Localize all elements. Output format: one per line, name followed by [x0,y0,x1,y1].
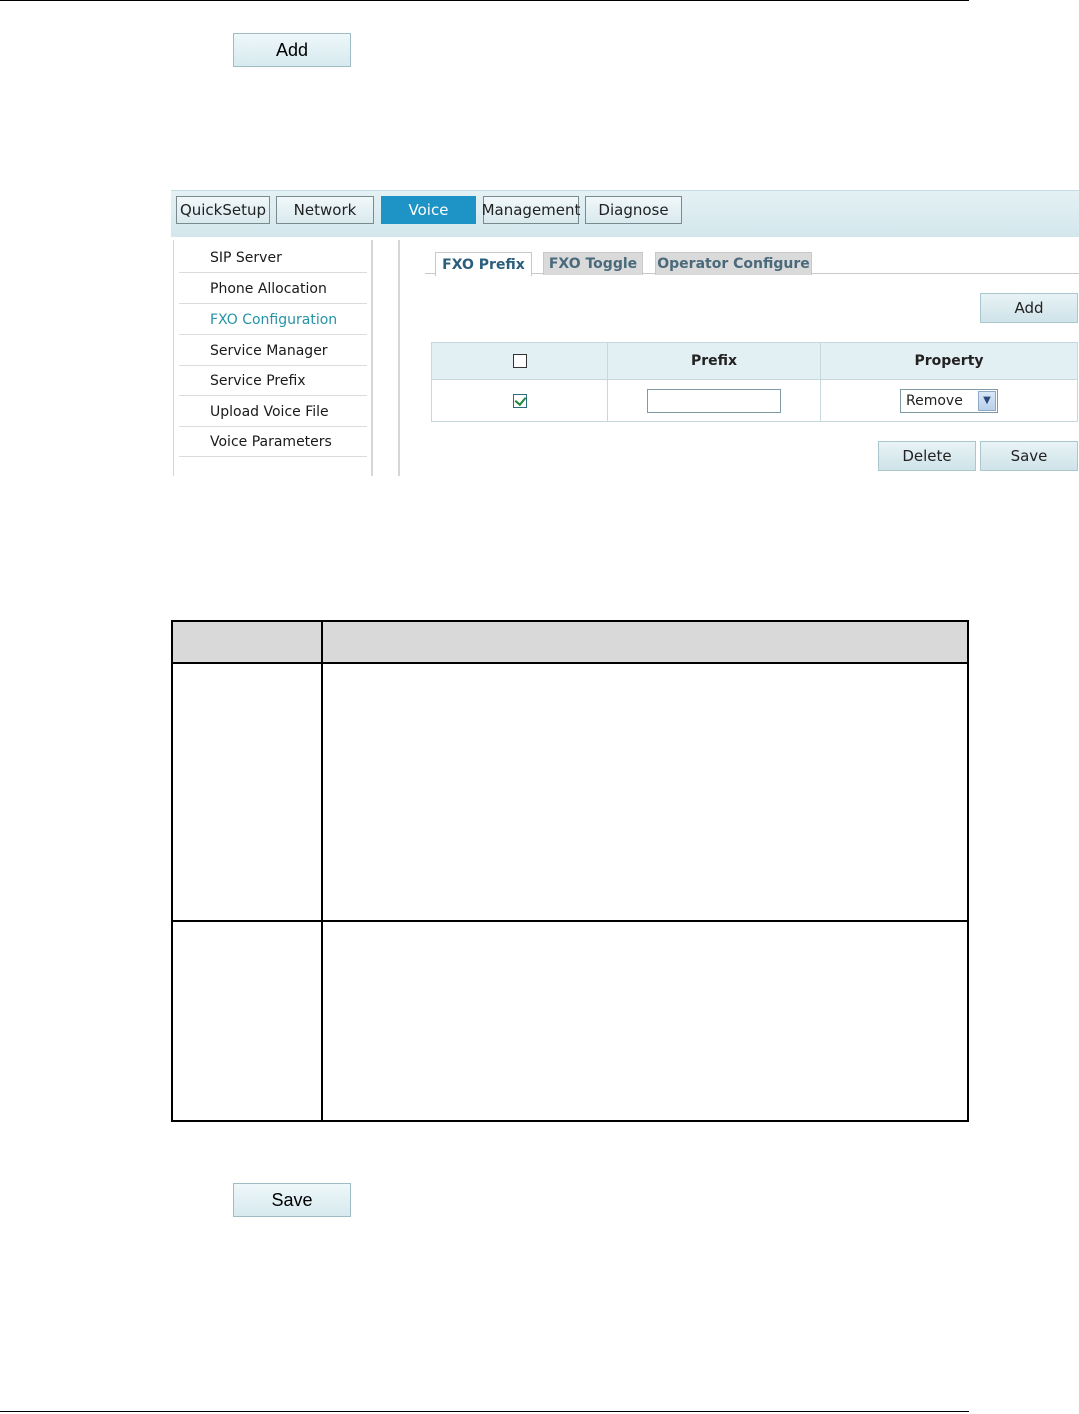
sidebar-item-service-manager[interactable]: Service Manager [179,336,367,366]
sidebar-item-upload-voice-file[interactable]: Upload Voice File [179,397,367,427]
table-border-bottom [171,1120,969,1122]
chevron-down-icon[interactable]: ▼ [978,390,996,411]
parameter-table [171,620,969,1122]
prefix-table: Prefix Property Remove ▼ [431,342,1078,422]
tab-fxo-prefix[interactable]: FXO Prefix [435,252,532,276]
sidebar-item-phone-allocation[interactable]: Phone Allocation [179,274,367,304]
row-select-cell [431,379,608,422]
tab-operator-configure[interactable]: Operator Configure [655,252,812,275]
col-select-all [431,342,608,380]
table-border-right [967,620,969,1122]
sidebar: SIP Server Phone Allocation FXO Configur… [173,240,373,476]
sidebar-item-service-prefix[interactable]: Service Prefix [179,366,367,396]
table-header-row [171,620,969,662]
sidebar-item-sip-server[interactable]: SIP Server [179,243,367,273]
nav-diagnose[interactable]: Diagnose [585,196,682,224]
table-border-header [171,662,969,664]
nav-management[interactable]: Management [482,196,580,224]
nav-voice[interactable]: Voice [381,196,476,224]
doc-save-button[interactable]: Save [233,1183,351,1217]
nav-quicksetup[interactable]: QuickSetup [176,196,270,224]
select-all-checkbox[interactable] [512,354,527,368]
doc-add-button[interactable]: Add [233,33,351,67]
panel-delete-button[interactable]: Delete [878,441,976,471]
top-rule [0,0,969,1]
sidebar-item-fxo-configuration[interactable]: FXO Configuration [179,305,367,335]
table-border-left [171,620,173,1122]
col-prefix-header: Prefix [607,342,821,380]
prefix-input[interactable] [647,388,781,413]
col-property-header: Property [820,342,1078,380]
panel-add-button[interactable]: Add [980,293,1078,323]
row-property-cell: Remove ▼ [820,379,1078,422]
panel-save-button[interactable]: Save [980,441,1078,471]
table-border-top [171,620,969,622]
content-area: FXO Prefix FXO Toggle Operator Configure… [398,240,1079,476]
row-prefix-cell [607,379,821,422]
voice-config-screenshot: QuickSetup Network Voice Management Diag… [171,188,1079,476]
table-border-row [171,920,969,922]
nav-network[interactable]: Network [276,196,374,224]
row-checkbox[interactable] [512,393,527,408]
bottom-rule [0,1411,969,1412]
property-select-value: Remove [906,392,963,409]
top-nav-bar: QuickSetup Network Voice Management Diag… [171,190,1079,237]
sidebar-item-voice-parameters[interactable]: Voice Parameters [179,427,367,457]
tab-fxo-toggle[interactable]: FXO Toggle [543,252,643,275]
property-select[interactable]: Remove ▼ [900,388,998,413]
table-border-divider [321,620,323,1122]
